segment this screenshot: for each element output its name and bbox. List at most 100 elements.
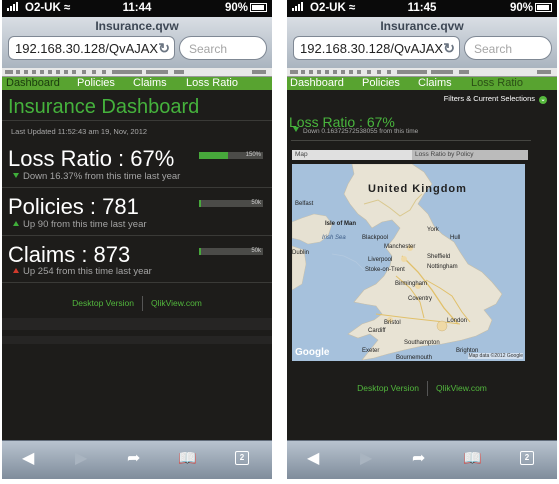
- gauge-fill: [199, 152, 228, 159]
- tab-loss-ratio[interactable]: Loss Ratio: [471, 77, 523, 90]
- battery-percent: 90%: [224, 2, 248, 14]
- trend-up-icon: [13, 268, 19, 273]
- map-city-label: Manchester: [384, 244, 416, 250]
- filters-label: Filters & Current Selections: [443, 94, 535, 103]
- forward-icon[interactable]: ▶: [360, 450, 372, 468]
- qlikview-link[interactable]: QlikView.com: [436, 383, 487, 393]
- link-separator: [142, 296, 144, 311]
- tabs-icon[interactable]: 2: [235, 451, 249, 465]
- map-city-label: Southampton: [404, 340, 440, 346]
- qlikview-link[interactable]: QlikView.com: [151, 298, 202, 308]
- chevron-down-icon: ⌄: [539, 96, 547, 104]
- phone-screen-loss-ratio: O2-UK ≈ 11:45 90% Insurance.qvw 192.168.…: [287, 0, 557, 479]
- map-city-label: Liverpool: [368, 257, 393, 263]
- browser-chrome: Insurance.qvw 192.168.30.128/QvAJAX ↻ Sea…: [287, 17, 557, 69]
- reload-icon[interactable]: ↻: [443, 40, 455, 57]
- sheet-tabs: Dashboard Policies Claims Loss Ratio: [2, 77, 272, 90]
- trend-up-icon: [13, 221, 19, 226]
- uk-map[interactable]: United Kingdom Belfast Isle of Man Irish…: [292, 164, 525, 361]
- link-separator: [427, 381, 429, 396]
- back-icon[interactable]: ◀: [22, 450, 34, 468]
- kpi-claims[interactable]: Claims : 873: [8, 242, 130, 268]
- tab-claims[interactable]: Claims: [418, 77, 452, 90]
- reload-icon[interactable]: ↻: [158, 40, 170, 57]
- tab-loss-ratio[interactable]: Loss Ratio: [186, 77, 238, 90]
- tab-map[interactable]: Map: [292, 150, 412, 160]
- map-city-label: York: [427, 227, 439, 233]
- battery-indicator: 90%: [225, 2, 267, 14]
- map-city-label: London: [447, 318, 468, 324]
- share-icon[interactable]: ➦: [412, 450, 425, 468]
- status-bar: O2-UK ≈ 11:45 90%: [287, 0, 557, 17]
- kpi-loss-ratio[interactable]: Loss Ratio : 67%: [8, 146, 174, 172]
- url-field[interactable]: 192.168.30.128/QvAJAX ↻: [8, 36, 175, 60]
- tab-policies[interactable]: Policies: [77, 77, 115, 90]
- map-city-label: Birmingham: [395, 281, 428, 287]
- map-city-label: Stoke-on-Trent: [365, 267, 405, 273]
- browser-toolbar: ◀ ▶ ➦ 📖 2: [287, 440, 557, 479]
- battery-icon: [250, 3, 267, 12]
- map-country-label: United Kingdom: [368, 183, 467, 195]
- kpi-divider: [2, 187, 272, 188]
- tabs-icon[interactable]: 2: [520, 451, 534, 465]
- status-bar: O2-UK ≈ 11:44 90%: [2, 0, 272, 17]
- search-placeholder: Search: [474, 42, 513, 56]
- bookmarks-icon[interactable]: 📖: [463, 450, 482, 468]
- kpi-change-text: Down 16.37% from this time last year: [23, 171, 181, 182]
- kpi-divider: [2, 282, 272, 283]
- map-city-label: Coventry: [408, 296, 433, 302]
- battery-icon: [535, 3, 552, 12]
- gauge-fill: [199, 248, 201, 255]
- qlikview-toolbar: [287, 68, 557, 77]
- title-divider: [2, 120, 272, 121]
- map-city-label: Sheffield: [427, 254, 451, 260]
- search-field[interactable]: Search: [464, 36, 552, 60]
- map-city-label: Bournemouth: [396, 355, 433, 361]
- last-updated: Last Updated 11:52:43 am 19, Nov, 2012: [11, 127, 148, 136]
- filters-current-selections[interactable]: Filters & Current Selections ⌄: [444, 94, 547, 104]
- map-place-label: Isle of Man: [325, 221, 357, 227]
- tab-claims[interactable]: Claims: [133, 77, 167, 90]
- forward-icon[interactable]: ▶: [75, 450, 87, 468]
- loss-ratio-change: Down 0.16372572538055 from this time: [293, 127, 418, 135]
- kpi-policies[interactable]: Policies : 781: [8, 194, 139, 220]
- page-title: Insurance.qvw: [95, 19, 179, 33]
- url-field[interactable]: 192.168.30.128/QvAJAX ↻: [293, 36, 460, 60]
- map-city-label: Nottingham: [427, 264, 458, 270]
- map-city-label: Cardiff: [368, 328, 386, 334]
- tab-dashboard[interactable]: Dashboard: [6, 77, 60, 90]
- gauge-label: 50k: [251, 200, 261, 206]
- tab-policy-label: Loss Ratio by Policy: [415, 151, 474, 158]
- url-text: 192.168.30.128/QvAJAX: [15, 41, 159, 56]
- kpi-divider: [2, 235, 272, 236]
- battery-indicator: 90%: [510, 2, 552, 14]
- google-logo: Google: [295, 347, 330, 358]
- phone-screen-dashboard: O2-UK ≈ 11:44 90% Insurance.qvw 192.168.…: [2, 0, 272, 479]
- bookmarks-icon[interactable]: 📖: [178, 450, 197, 468]
- map-city-label: Blackpool: [362, 235, 389, 241]
- desktop-version-link[interactable]: Desktop Version: [357, 383, 419, 393]
- trend-down-icon: [13, 173, 19, 178]
- kpi-change: Up 90 from this time last year: [13, 219, 147, 230]
- browser-chrome: Insurance.qvw 192.168.30.128/QvAJAX ↻ Sea…: [2, 17, 272, 69]
- map-city-label: Belfast: [295, 201, 314, 207]
- desktop-version-link[interactable]: Desktop Version: [72, 298, 134, 308]
- sheet-tabs: Dashboard Policies Claims Loss Ratio: [287, 77, 557, 90]
- kpi-change: Up 254 from this time last year: [13, 266, 152, 277]
- map-city-label: Bristol: [384, 320, 401, 326]
- footer-links: Desktop Version QlikView.com: [287, 381, 557, 396]
- map-city-label: Exeter: [362, 348, 380, 354]
- title-divider: [291, 140, 531, 141]
- share-icon[interactable]: ➦: [127, 450, 140, 468]
- search-field[interactable]: Search: [179, 36, 267, 60]
- map-copyright: Map data ©2012 Google: [468, 353, 523, 359]
- background-band: [2, 336, 272, 344]
- back-icon[interactable]: ◀: [307, 450, 319, 468]
- tab-dashboard[interactable]: Dashboard: [290, 77, 344, 90]
- kpi-change-text: Up 90 from this time last year: [23, 219, 147, 230]
- tab-loss-ratio-by-policy[interactable]: Loss Ratio by Policy: [412, 150, 528, 160]
- map-city-label: Hull: [450, 235, 461, 241]
- tab-map-label: Map: [295, 151, 308, 158]
- browser-toolbar: ◀ ▶ ➦ 📖 2: [2, 440, 272, 479]
- tab-policies[interactable]: Policies: [362, 77, 400, 90]
